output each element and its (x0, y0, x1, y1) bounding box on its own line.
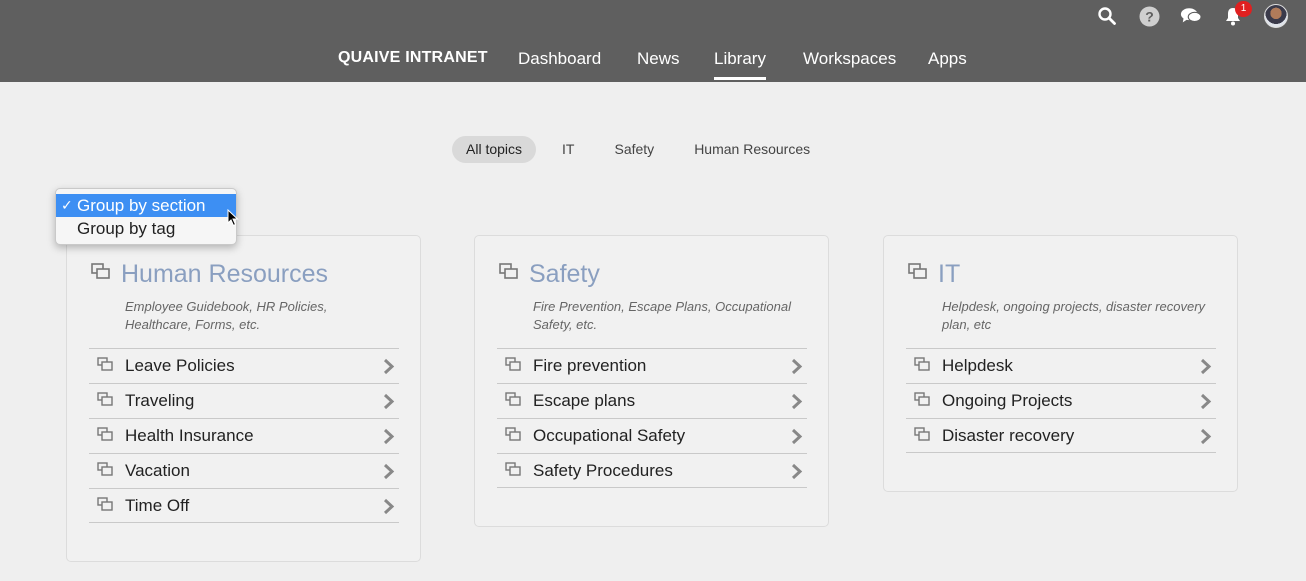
section-list: Helpdesk Ongoing Projects Disaster recov… (906, 348, 1216, 453)
filter-all-topics[interactable]: All topics (452, 136, 537, 163)
chevron-right-icon (1200, 428, 1212, 450)
section-description: Helpdesk, ongoing projects, disaster rec… (942, 299, 1206, 332)
chevron-right-icon (383, 393, 395, 415)
filter-human-resources[interactable]: Human Resources (680, 136, 824, 163)
list-item[interactable]: Occupational Safety (497, 418, 807, 453)
section-icon (499, 263, 519, 286)
filter-it[interactable]: IT (548, 136, 588, 163)
section-list: Fire prevention Escape plans Occupationa… (497, 348, 807, 488)
list-item[interactable]: Leave Policies (89, 348, 399, 383)
list-item[interactable]: Health Insurance (89, 418, 399, 453)
chevron-right-icon (1200, 393, 1212, 415)
list-item[interactable]: Disaster recovery (906, 418, 1216, 453)
list-item[interactable]: Vacation (89, 453, 399, 488)
chevron-right-icon (383, 358, 395, 380)
nav-news[interactable]: News (637, 49, 680, 69)
section-title[interactable]: Human Resources (121, 260, 328, 289)
checkmark-icon: ✓ (61, 197, 73, 213)
page-icon (97, 427, 114, 447)
nav-workspaces[interactable]: Workspaces (803, 49, 896, 69)
list-item[interactable]: Traveling (89, 383, 399, 418)
section-icon (908, 263, 928, 286)
group-by-dropdown[interactable]: ✓ Group by section Group by tag (55, 188, 237, 245)
chevron-right-icon (383, 463, 395, 485)
page-icon (914, 427, 931, 447)
chevron-right-icon (1200, 358, 1212, 380)
svg-text:?: ? (1145, 8, 1154, 24)
nav-apps[interactable]: Apps (928, 49, 967, 69)
list-item[interactable]: Time Off (89, 488, 399, 523)
page-icon (97, 497, 114, 517)
avatar[interactable] (1264, 4, 1288, 28)
nav-dashboard[interactable]: Dashboard (518, 49, 601, 69)
list-item[interactable]: Escape plans (497, 383, 807, 418)
section-title[interactable]: Safety (529, 260, 600, 289)
mouse-cursor-icon (227, 208, 239, 232)
page-icon (505, 462, 522, 482)
option-group-by-section[interactable]: ✓ Group by section (56, 194, 236, 217)
list-item[interactable]: Safety Procedures (497, 453, 807, 488)
section-card-safety: Safety Fire Prevention, Escape Plans, Oc… (474, 235, 829, 527)
section-title[interactable]: IT (938, 260, 960, 289)
notifications-icon[interactable]: 1 (1222, 1, 1252, 27)
topic-filters: All topics IT Safety Human Resources (452, 136, 836, 163)
page-icon (914, 392, 931, 412)
section-card-it: IT Helpdesk, ongoing projects, disaster … (883, 235, 1238, 492)
page-icon (505, 427, 522, 447)
search-icon[interactable] (1096, 5, 1118, 27)
chevron-right-icon (383, 498, 395, 520)
chevron-right-icon (791, 428, 803, 450)
chevron-right-icon (791, 358, 803, 380)
help-icon[interactable]: ? (1138, 5, 1160, 27)
list-item[interactable]: Fire prevention (497, 348, 807, 383)
section-card-human-resources: Human Resources Employee Guidebook, HR P… (66, 235, 421, 562)
header-actions: ? 1 (1096, 1, 1288, 28)
brand-logo[interactable]: QUAIVE INTRANET (338, 49, 488, 67)
filter-safety[interactable]: Safety (600, 136, 668, 163)
list-item[interactable]: Ongoing Projects (906, 383, 1216, 418)
option-group-by-tag[interactable]: Group by tag (56, 217, 236, 240)
page-icon (97, 392, 114, 412)
chevron-right-icon (791, 393, 803, 415)
chevron-right-icon (791, 463, 803, 485)
nav-library[interactable]: Library (714, 49, 766, 80)
page-icon (97, 357, 114, 377)
page-icon (914, 357, 931, 377)
list-item[interactable]: Helpdesk (906, 348, 1216, 383)
section-description: Fire Prevention, Escape Plans, Occupatio… (533, 299, 791, 332)
section-description: Employee Guidebook, HR Policies, Healthc… (125, 299, 328, 332)
page-icon (505, 357, 522, 377)
page-icon (97, 462, 114, 482)
section-list: Leave Policies Traveling Health Insuranc… (89, 348, 399, 523)
notification-badge: 1 (1235, 1, 1252, 17)
page-icon (505, 392, 522, 412)
chat-icon[interactable] (1180, 5, 1202, 27)
top-navigation-bar: QUAIVE INTRANET Dashboard News Library W… (0, 0, 1306, 82)
chevron-right-icon (383, 428, 395, 450)
section-icon (91, 263, 111, 286)
